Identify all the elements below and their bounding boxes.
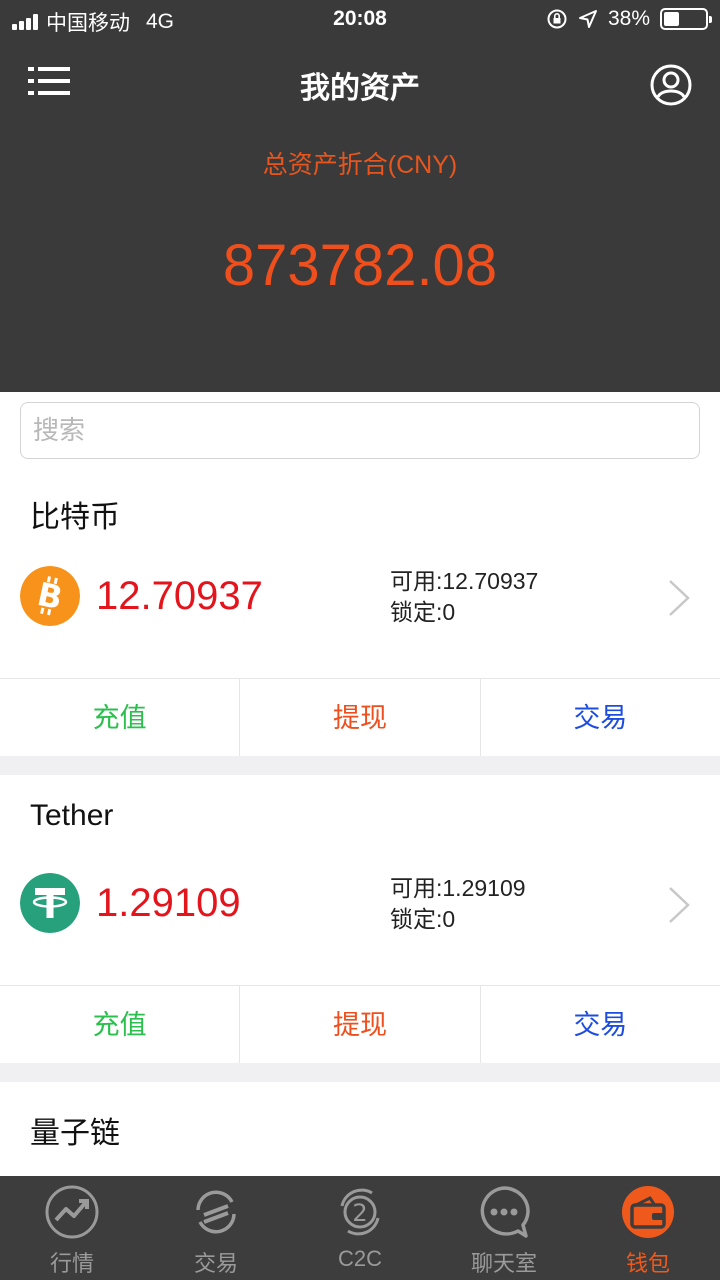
available-balance: 可用:1.29109 <box>390 875 526 901</box>
bitcoin-icon: B <box>20 566 80 626</box>
asset-card-bitcoin: 比特币 B 12.70937 可用:12.70937 锁定:0 充值 提现 交易 <box>0 468 720 756</box>
wallet-icon <box>622 1186 674 1238</box>
asset-card-tether: Tether 1.29109 可用:1.29109 锁定:0 充值 提现 交易 <box>0 775 720 1063</box>
total-assets-label: 总资产折合(CNY) <box>262 151 458 179</box>
svg-text:2: 2 <box>352 1199 367 1227</box>
locked-balance: 锁定:0 <box>390 599 456 625</box>
tab-trade[interactable]: 交易 <box>144 1176 288 1280</box>
asset-name: 量子链 <box>30 1117 120 1150</box>
tab-market[interactable]: 行情 <box>0 1176 144 1280</box>
chevron-right-icon[interactable] <box>666 578 692 618</box>
orientation-lock-icon <box>547 9 567 29</box>
asset-balance-detail: 可用:1.29109 锁定:0 <box>390 873 526 935</box>
page-title: 我的资产 <box>300 72 420 105</box>
tab-label: 行情 <box>49 1251 94 1276</box>
total-assets-value: 873782.08 <box>222 233 498 298</box>
location-arrow-icon <box>578 10 597 28</box>
withdraw-button[interactable]: 提现 <box>240 986 481 1063</box>
tab-wallet[interactable]: 钱包 <box>576 1176 720 1280</box>
search-bar <box>0 392 720 468</box>
asset-amount: 12.70937 <box>96 574 263 618</box>
asset-amount: 1.29109 <box>96 881 241 925</box>
battery-percent: 38% <box>607 7 650 30</box>
status-bar: 中国移动 4G 20:08 38% <box>0 0 720 40</box>
chevron-right-icon[interactable] <box>666 885 692 925</box>
nav-bar: 我的资产 <box>0 50 720 112</box>
tab-label: 聊天室 <box>470 1251 537 1276</box>
exchange-icon <box>196 1190 236 1234</box>
battery-fill <box>664 12 680 26</box>
tab-label: C2C <box>337 1246 382 1271</box>
asset-actions: 充值 提现 交易 <box>0 985 720 1063</box>
header-panel: 中国移动 4G 20:08 38% 我的资产 总资产折合(CNY) 873782… <box>0 0 720 392</box>
market-trend-icon <box>45 1185 99 1239</box>
tab-c2c[interactable]: 2 C2C <box>288 1176 432 1280</box>
asset-balance-detail: 可用:12.70937 锁定:0 <box>390 566 538 628</box>
tab-label: 交易 <box>193 1251 238 1276</box>
trade-button[interactable]: 交易 <box>481 679 720 756</box>
asset-name: Tether <box>30 799 114 832</box>
asset-card-qtum: 量子链 <box>0 1082 720 1176</box>
status-right: 38% <box>546 7 712 31</box>
tether-icon <box>20 873 80 933</box>
tab-label: 钱包 <box>625 1251 670 1276</box>
withdraw-button[interactable]: 提现 <box>240 679 481 756</box>
deposit-button[interactable]: 充值 <box>0 986 241 1063</box>
asset-name: 比特币 <box>30 501 120 534</box>
trade-button[interactable]: 交易 <box>481 986 720 1063</box>
chat-icon <box>480 1186 530 1238</box>
available-balance: 可用:12.70937 <box>390 568 539 594</box>
bottom-tab-bar: 行情 交易 2 C2C 聊天室 钱包 <box>0 1176 720 1280</box>
battery-icon <box>660 8 712 30</box>
search-input[interactable] <box>20 402 700 459</box>
tab-chatroom[interactable]: 聊天室 <box>432 1176 576 1280</box>
user-circle-icon[interactable] <box>650 64 692 106</box>
locked-balance: 锁定:0 <box>390 906 456 932</box>
deposit-button[interactable]: 充值 <box>0 679 241 756</box>
c2c-icon: 2 <box>340 1188 380 1236</box>
asset-actions: 充值 提现 交易 <box>0 678 720 756</box>
